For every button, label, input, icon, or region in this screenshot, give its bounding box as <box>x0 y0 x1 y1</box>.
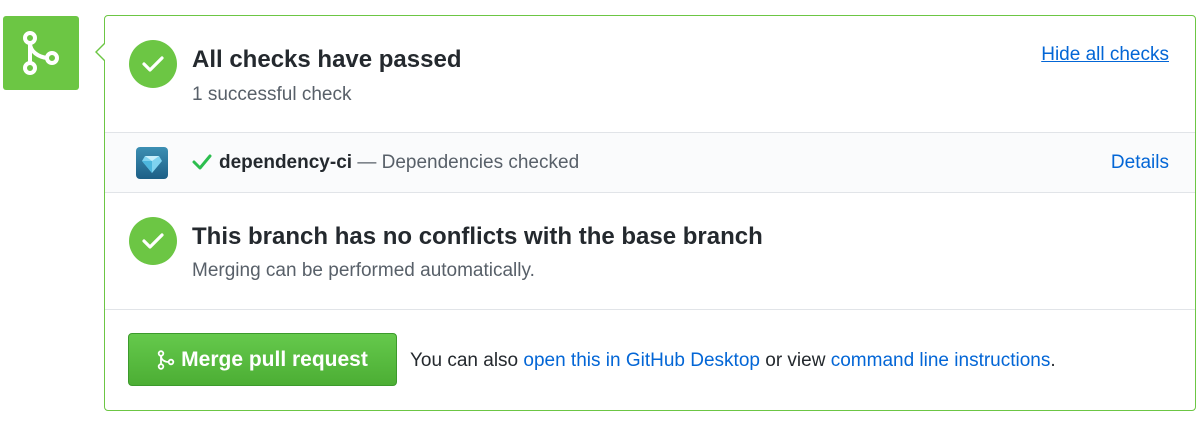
merge-panel: All checks have passed 1 successful chec… <box>0 0 1200 424</box>
git-merge-icon <box>157 349 175 370</box>
checks-title: All checks have passed <box>192 46 462 73</box>
merge-note-prefix: You can also <box>410 350 524 371</box>
status-row: dependency-ci — Dependencies checked Det… <box>105 132 1195 193</box>
dependency-ci-logo <box>136 147 168 179</box>
check-icon <box>192 154 212 170</box>
details-link[interactable]: Details <box>1111 152 1169 174</box>
checks-passed-icon <box>129 40 177 88</box>
merge-note-suffix: . <box>1050 350 1056 371</box>
status-context: dependency-ci <box>219 152 353 173</box>
merge-badge <box>3 16 79 90</box>
checks-section: All checks have passed 1 successful chec… <box>105 16 1195 132</box>
no-conflicts-icon <box>129 217 177 265</box>
merge-box: All checks have passed 1 successful chec… <box>95 15 1196 411</box>
merge-note: You can also open this in GitHub Desktop… <box>410 350 1056 372</box>
command-line-instructions-link[interactable]: command line instructions <box>831 350 1051 371</box>
status-separator: — <box>352 152 382 173</box>
merge-button-label: Merge pull request <box>181 347 368 371</box>
checks-subtitle: 1 successful check <box>192 84 352 105</box>
merge-pull-request-button[interactable]: Merge pull request <box>128 333 397 386</box>
check-icon <box>142 56 164 72</box>
merge-note-middle: or view <box>759 350 831 371</box>
branch-subtitle: Merging can be performed automatically. <box>192 260 535 281</box>
status-text: dependency-ci — Dependencies checked <box>219 152 579 174</box>
branch-title: This branch has no conflicts with the ba… <box>192 223 763 250</box>
open-in-desktop-link[interactable]: open this in GitHub Desktop <box>523 350 760 371</box>
hide-all-checks-link[interactable]: Hide all checks <box>1041 44 1169 66</box>
check-icon <box>142 233 164 249</box>
branch-section: This branch has no conflicts with the ba… <box>105 193 1195 309</box>
status-description: Dependencies checked <box>381 152 580 173</box>
merge-section: Merge pull request You can also open thi… <box>105 309 1195 410</box>
git-merge-icon <box>23 31 59 75</box>
